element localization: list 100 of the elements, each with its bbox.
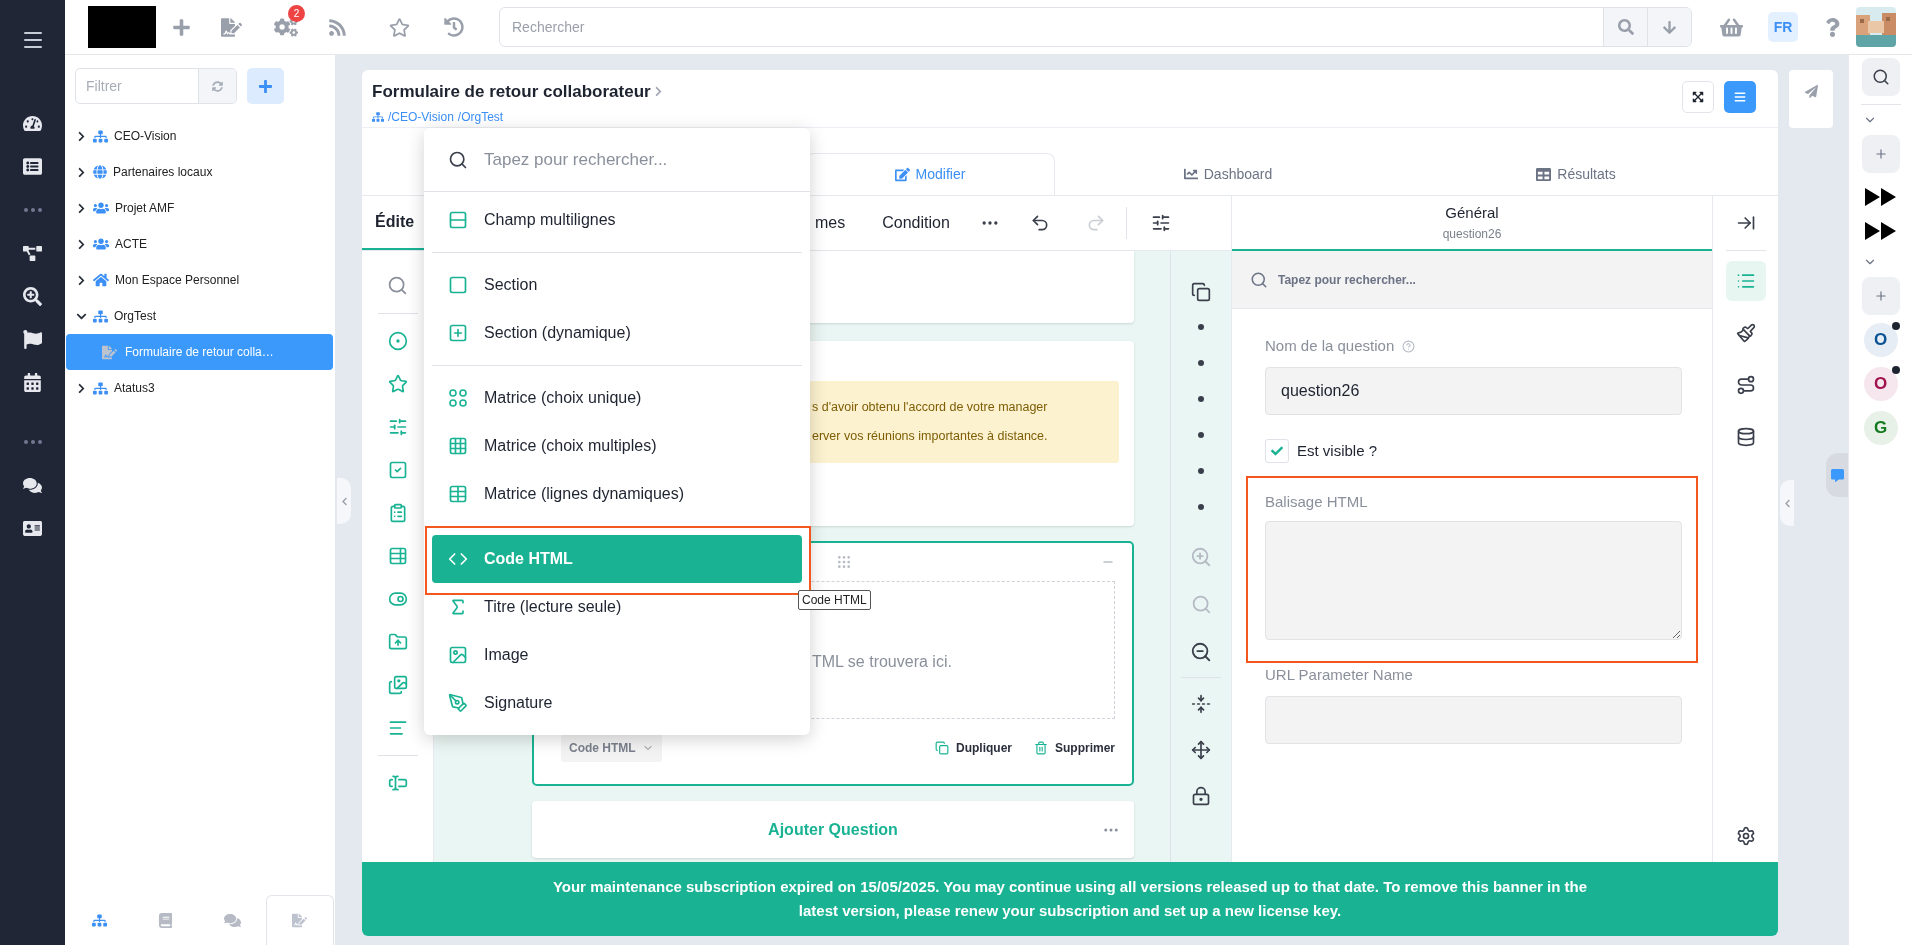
globe-icon [93,165,107,179]
duplicate-button[interactable]: Dupliquer [935,739,1012,757]
rss-icon[interactable] [328,17,347,37]
fast-forward-icon[interactable] [1863,221,1898,241]
sitemap-icon [372,110,384,123]
help-icon[interactable] [1402,339,1416,353]
menu-item[interactable]: Image [432,631,802,679]
panel-tab[interactable] [265,895,334,945]
collapse-button[interactable] [1780,480,1794,526]
tree-item-label: Mon Espace Personnel [115,272,240,289]
list-icon[interactable] [23,157,42,176]
avatar-bubble[interactable]: G [1863,411,1898,445]
add-button[interactable] [1861,135,1900,173]
gauge-icon[interactable] [23,114,42,133]
tree-item[interactable]: ACTE [66,226,334,262]
menu-item[interactable]: Section [432,261,802,309]
text-cursor-icon[interactable] [387,773,408,793]
add-button[interactable] [247,68,284,104]
zoom-in-icon[interactable] [1190,546,1212,568]
plus-icon[interactable] [172,17,191,37]
question-type-button[interactable]: Code HTML [561,734,662,762]
slider-icon[interactable] [387,417,408,437]
drag-handle-icon[interactable] [836,554,852,570]
move-icon[interactable] [1191,740,1211,760]
sitemap-icon [91,912,107,928]
settings-icon[interactable] [1735,826,1756,846]
avatar-bubble[interactable]: O [1863,323,1898,357]
sitemap-icon [93,380,108,396]
fast-forward-icon[interactable] [1863,187,1898,207]
text-field[interactable]: question26 [1265,367,1682,415]
panel-title: Général [1445,203,1499,224]
filter-field[interactable]: Filtrer [76,69,198,103]
tree-item[interactable]: Projet AMF [66,190,334,226]
star-icon[interactable] [389,16,410,38]
tree-item[interactable]: Partenaires locaux [66,154,334,190]
menu-item[interactable]: Matrice (lignes dynamiques) [432,470,802,518]
zoom-icon[interactable] [23,287,42,306]
chat-icon[interactable] [23,476,42,495]
view-tab[interactable]: Dashboard [1103,153,1353,195]
network-icon[interactable] [23,244,42,263]
tree-item[interactable]: Mon Espace Personnel [66,262,334,298]
search-icon [1617,19,1634,35]
delete-button[interactable]: Supprimer [1034,739,1115,757]
plus-icon [1873,147,1888,161]
table-icon[interactable] [387,546,408,566]
editor-tab[interactable]: mes [815,196,846,250]
search-icon[interactable] [387,275,408,296]
radio-icon[interactable] [387,331,408,351]
undo-icon[interactable] [1029,213,1050,233]
tree-item[interactable]: OrgTest [66,298,334,334]
chevron-right-icon [76,202,87,214]
collapse-panel-icon[interactable] [1735,213,1756,233]
menu-button[interactable] [1724,81,1756,113]
menu-item[interactable]: Section (dynamique) [432,309,802,357]
text-field[interactable] [1265,696,1682,744]
add-button[interactable] [1861,277,1900,315]
checkbox-icon[interactable] [387,460,408,480]
avatar-bubble[interactable]: O [1863,367,1898,401]
menu-item[interactable]: Champ multilignes [432,196,802,244]
refresh-icon [212,80,223,92]
upload-icon[interactable] [387,632,408,652]
paper-plane-icon[interactable] [1804,85,1818,98]
fullscreen-button[interactable] [1682,81,1714,113]
search-button[interactable] [1861,58,1900,96]
toggle-icon[interactable] [387,589,408,609]
editor-tab[interactable]: Condition [882,196,950,250]
collapse-button[interactable] [337,478,351,524]
square-icon [448,275,468,295]
zoom-reset-icon[interactable] [1190,594,1212,615]
view-tab[interactable]: Résultats [1451,153,1701,195]
menu-item[interactable]: Matrice (choix multiples) [432,422,802,470]
markup-field[interactable] [1265,521,1682,640]
chevron-right-icon [76,382,87,394]
text-lines-icon[interactable] [387,718,408,738]
checkbox[interactable] [1265,439,1289,463]
lock-icon[interactable] [1191,786,1211,806]
calendar-icon[interactable] [23,373,42,392]
contact-icon[interactable] [23,519,42,538]
flag-icon[interactable] [23,330,42,349]
pen-icon [448,693,468,713]
menu-item[interactable]: Matrice (choix unique) [432,374,802,422]
collapse-all-icon[interactable] [1191,694,1211,714]
sliders-icon[interactable] [1150,213,1171,233]
chevron-right-icon [76,238,87,250]
chat-tab[interactable] [1826,453,1848,497]
tree-item[interactable]: CEO-Vision [66,118,334,154]
help-icon[interactable] [1823,17,1842,37]
download-button[interactable] [1647,8,1691,46]
filter-bar[interactable]: Filtrer [75,68,237,104]
menu-item[interactable]: Signature [432,679,802,727]
refresh-button[interactable] [198,69,236,103]
tree-item[interactable]: Atatus3 [66,370,334,406]
zoom-out-icon[interactable] [1190,641,1212,663]
search-icon [1871,68,1890,86]
image-icon[interactable] [387,675,408,695]
menu-search-field[interactable]: Tapez pour rechercher... [484,146,786,173]
star-icon[interactable] [387,374,408,394]
copy-icon[interactable] [1191,282,1211,302]
chat-bubble-icon [1830,468,1844,482]
history-icon[interactable] [444,17,464,37]
